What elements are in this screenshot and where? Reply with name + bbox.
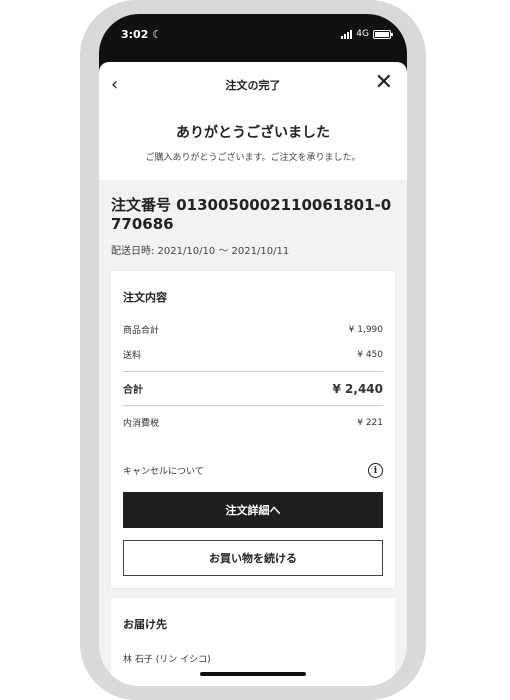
notch <box>165 14 341 40</box>
tax-label: 内消費税 <box>123 419 160 429</box>
total-label: 合計 <box>123 385 143 396</box>
subtotal-row: 商品合計 ¥ 1,990 <box>123 323 383 337</box>
status-time: 3:02 ☾ <box>121 28 163 41</box>
thanks-title: ありがとうございました <box>176 125 330 141</box>
status-indicators: 4G <box>341 29 393 39</box>
order-info-area: 注文番号 0130050002110061801-0770686 配送日時: 2… <box>99 180 407 686</box>
order-number: 注文番号 0130050002110061801-0770686 <box>111 196 392 233</box>
close-icon[interactable]: ✕ <box>375 72 393 94</box>
shipping-label: 送料 <box>123 351 142 361</box>
nav-header: ‹ 注文の完了 ✕ <box>99 62 407 108</box>
ship-date: 配送日時: 2021/10/10 〜 2021/10/11 <box>111 246 290 257</box>
recipient-name: 林 石子 (リン イシコ) <box>123 655 211 665</box>
shipping-value: ¥ 450 <box>357 349 383 360</box>
network-label: 4G <box>356 29 369 39</box>
thanks-section: ありがとうございました ご購入ありがとうございます。ご注文を承りました。 <box>99 108 407 180</box>
tax-value: ¥ 221 <box>357 417 383 428</box>
phone-screen: 3:02 ☾ 4G ‹ 注文の完了 ✕ ありがとうございました ご購入ありがとう… <box>99 14 407 686</box>
total-row: 合計 ¥ 2,440 <box>123 372 383 406</box>
delivery-title: お届け先 <box>123 618 167 631</box>
continue-shopping-button[interactable]: お買い物を続ける <box>123 540 383 576</box>
order-detail-button[interactable]: 注文詳細へ <box>123 492 383 528</box>
signal-icon <box>341 29 353 39</box>
page-title: 注文の完了 <box>225 79 281 92</box>
status-bar: 3:02 ☾ 4G <box>99 14 407 56</box>
cancel-policy-label[interactable]: キャンセルについて <box>123 464 204 477</box>
cancel-policy-row[interactable]: キャンセルについて i <box>123 463 383 478</box>
order-complete-sheet: ‹ 注文の完了 ✕ ありがとうございました ご購入ありがとうございます。ご注文を… <box>99 62 407 686</box>
summary-title: 注文内容 <box>123 291 167 304</box>
subtotal-label: 商品合計 <box>123 326 160 336</box>
home-indicator[interactable] <box>200 672 306 676</box>
order-summary-card: 注文内容 商品合計 ¥ 1,990 送料 ¥ 450 合計 ¥ 2,440 内消… <box>111 271 395 588</box>
back-icon[interactable]: ‹ <box>111 74 118 95</box>
subtotal-value: ¥ 1,990 <box>348 324 383 335</box>
tax-row: 内消費税 ¥ 221 <box>123 416 383 430</box>
thanks-subtitle: ご購入ありがとうございます。ご注文を承りました。 <box>145 153 361 163</box>
info-icon[interactable]: i <box>368 463 383 478</box>
total-value: ¥ 2,440 <box>332 381 383 396</box>
moon-icon: ☾ <box>152 28 163 41</box>
shipping-row: 送料 ¥ 450 <box>123 348 383 372</box>
battery-icon <box>373 29 393 39</box>
